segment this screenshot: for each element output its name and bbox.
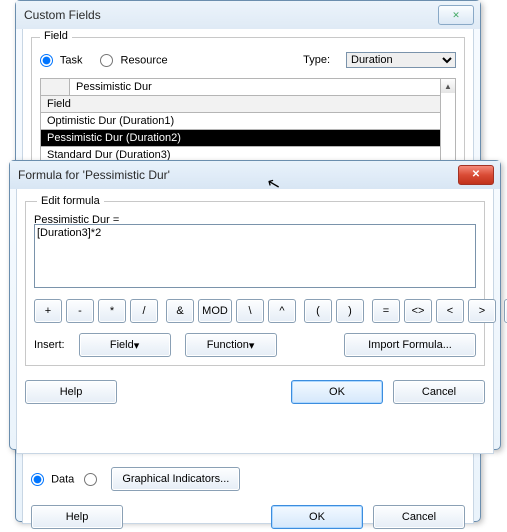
op-mult-button[interactable]: * xyxy=(98,299,126,323)
ok-button[interactable]: OK xyxy=(291,380,383,404)
op-lparen-button[interactable]: ( xyxy=(304,299,332,323)
insert-field-button[interactable]: Field xyxy=(79,333,171,357)
op-mod-button[interactable]: MOD xyxy=(198,299,232,323)
formula-buttons: Help OK Cancel xyxy=(25,380,485,404)
field-cell[interactable]: Optimistic Dur (Duration1) xyxy=(41,113,441,130)
insert-function-button[interactable]: Function xyxy=(185,333,277,357)
table-scrollbar[interactable]: ▲ xyxy=(441,78,456,164)
graphical-radio[interactable] xyxy=(84,473,97,486)
custom-fields-buttons: Help OK Cancel xyxy=(31,505,465,529)
formula-title: Formula for 'Pessimistic Dur' xyxy=(18,168,170,182)
close-button[interactable]: ✕ xyxy=(438,5,474,25)
op-caret-button[interactable]: ^ xyxy=(268,299,296,323)
resource-radio-label[interactable]: Resource xyxy=(100,54,167,67)
scroll-up-icon[interactable]: ▲ xyxy=(441,79,455,93)
insert-label: Insert: xyxy=(34,339,65,351)
attributes-row: Data Graphical Indicators... xyxy=(31,467,465,491)
help-button[interactable]: Help xyxy=(25,380,117,404)
data-radio-label[interactable]: Data xyxy=(31,473,74,486)
edit-formula-group: Edit formula Pessimistic Dur = + - * / &… xyxy=(25,201,485,366)
formula-dialog: Formula for 'Pessimistic Dur' ✕ Edit for… xyxy=(9,160,501,450)
type-label: Type: xyxy=(303,54,330,66)
op-gt-button[interactable]: > xyxy=(468,299,496,323)
op-div-button[interactable]: / xyxy=(130,299,158,323)
cancel-button[interactable]: Cancel xyxy=(373,505,465,529)
field-group-legend: Field xyxy=(40,30,72,42)
custom-fields-titlebar: Custom Fields ✕ xyxy=(16,1,480,29)
close-icon: ✕ xyxy=(452,1,460,29)
field-cell[interactable]: Pessimistic Dur (Duration2) xyxy=(41,130,441,147)
op-minus-button[interactable]: - xyxy=(66,299,94,323)
field-radio-row: Task Resource Type: Duration xyxy=(40,52,456,68)
field-column-header: Field xyxy=(41,96,441,113)
task-radio[interactable] xyxy=(40,54,53,67)
close-button[interactable]: ✕ xyxy=(458,165,494,185)
task-radio-label[interactable]: Task xyxy=(40,54,82,67)
import-formula-button[interactable]: Import Formula... xyxy=(344,333,476,357)
table-row[interactable]: Optimistic Dur (Duration1) xyxy=(41,113,441,130)
task-radio-text: Task xyxy=(60,54,83,66)
graphical-indicators-button[interactable]: Graphical Indicators... xyxy=(111,467,240,491)
ok-button[interactable]: OK xyxy=(271,505,363,529)
help-button[interactable]: Help xyxy=(31,505,123,529)
close-icon: ✕ xyxy=(472,161,480,189)
field-group: Field Task Resource Type: Duration xyxy=(31,37,465,173)
operator-row: + - * / & MOD \ ^ ( ) = <> < > AND OR xyxy=(34,299,476,323)
fields-table-wrap: Pessimistic Dur Field Optimistic Dur (Du… xyxy=(40,78,456,164)
table-header-row: Field xyxy=(41,96,441,113)
op-plus-button[interactable]: + xyxy=(34,299,62,323)
resource-radio[interactable] xyxy=(100,54,113,67)
table-row[interactable]: Pessimistic Dur xyxy=(41,79,441,96)
resource-radio-text: Resource xyxy=(121,54,168,66)
edit-formula-legend: Edit formula xyxy=(37,195,104,207)
formula-textarea[interactable] xyxy=(34,224,476,288)
type-select[interactable]: Duration xyxy=(346,52,456,68)
op-bslash-button[interactable]: \ xyxy=(236,299,264,323)
data-radio[interactable] xyxy=(31,473,44,486)
cancel-button[interactable]: Cancel xyxy=(393,380,485,404)
op-amp-button[interactable]: & xyxy=(166,299,194,323)
insert-row: Insert: Field Function Import Formula... xyxy=(34,333,476,357)
table-row-selected[interactable]: Pessimistic Dur (Duration2) xyxy=(41,130,441,147)
field-cell[interactable]: Pessimistic Dur xyxy=(70,79,441,96)
op-rparen-button[interactable]: ) xyxy=(336,299,364,323)
formula-body: Edit formula Pessimistic Dur = + - * / &… xyxy=(16,189,494,454)
fields-table[interactable]: Pessimistic Dur Field Optimistic Dur (Du… xyxy=(40,78,441,164)
op-eq-button[interactable]: = xyxy=(372,299,400,323)
op-lt-button[interactable]: < xyxy=(436,299,464,323)
data-radio-text: Data xyxy=(51,473,74,485)
formula-titlebar[interactable]: Formula for 'Pessimistic Dur' ✕ xyxy=(10,161,500,189)
op-ne-button[interactable]: <> xyxy=(404,299,432,323)
row-header-blank xyxy=(41,79,70,96)
custom-fields-title: Custom Fields xyxy=(24,8,101,22)
